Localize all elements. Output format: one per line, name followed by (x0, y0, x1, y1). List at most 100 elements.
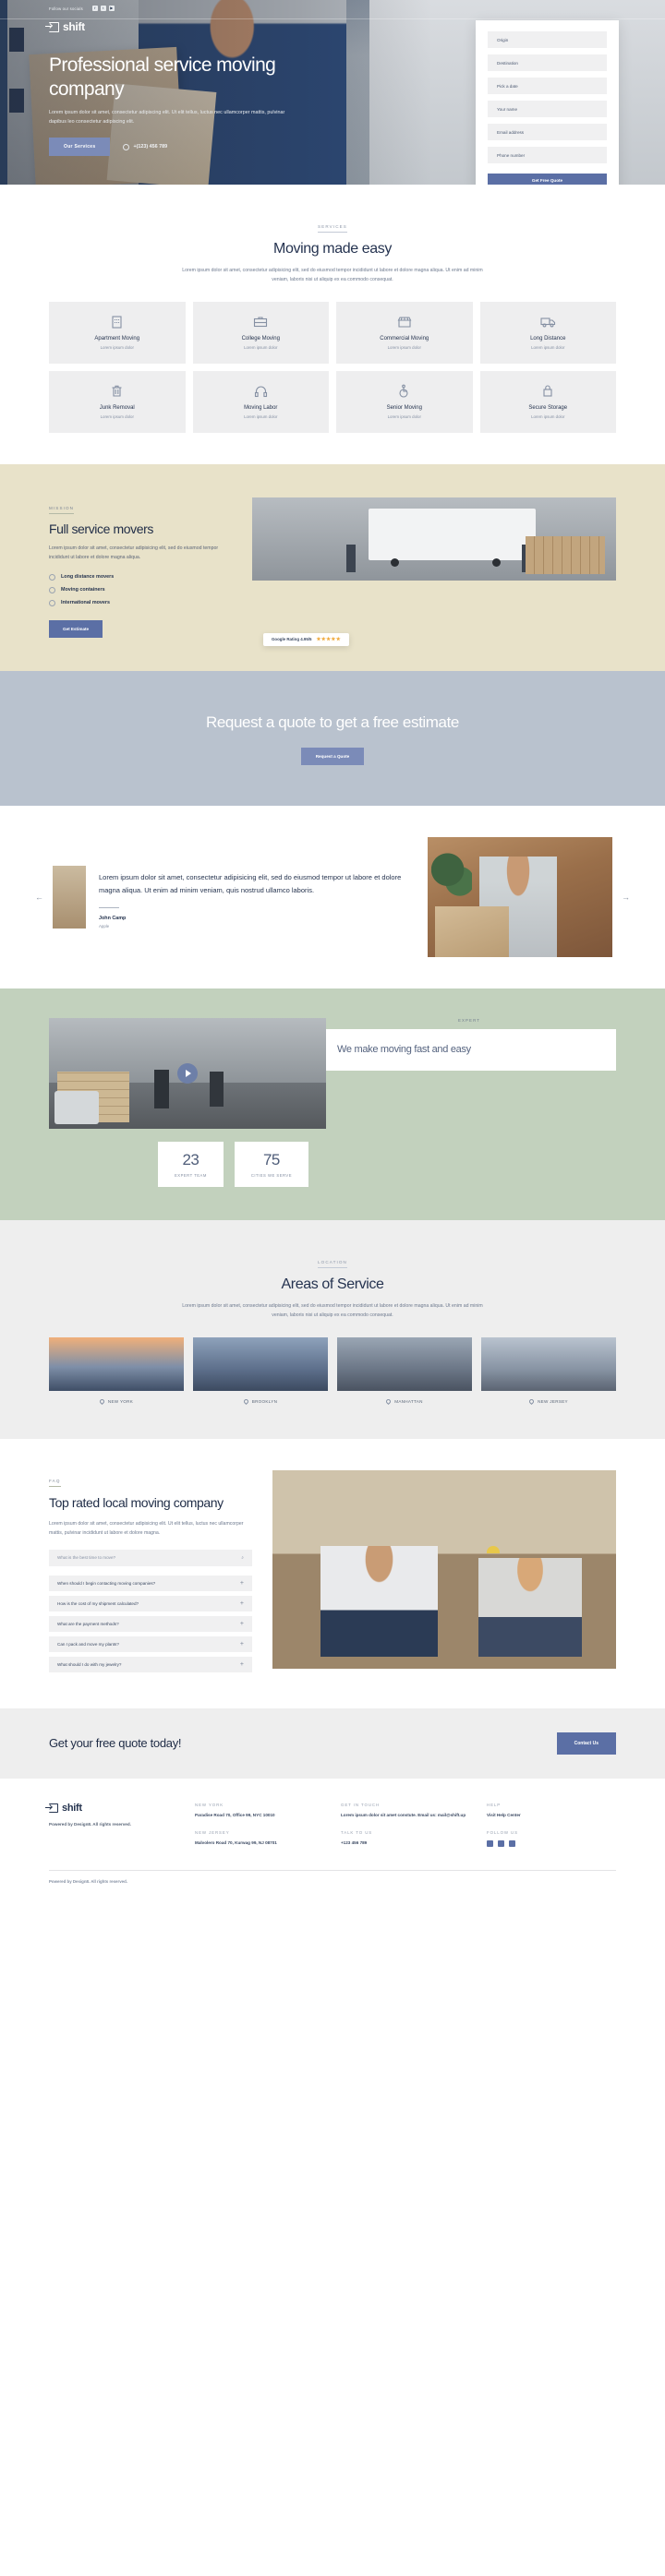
rating-label: Google Rating 4.95/5 (272, 637, 312, 642)
plus-icon: + (239, 1579, 244, 1587)
area-label: NEW JERSEY (538, 1398, 568, 1404)
bags-art (54, 1091, 99, 1125)
carousel-prev-arrow[interactable]: ← (35, 893, 43, 902)
footer-brand-name: shift (62, 1802, 82, 1814)
plus-icon: + (239, 1640, 244, 1647)
area-card[interactable]: NEW JERSEY (481, 1336, 616, 1405)
service-card[interactable]: Long Distance Lorem ipsum dolor (479, 301, 616, 364)
testimonial-author: John Camp (99, 915, 127, 921)
service-title: Moving Labor (244, 404, 278, 411)
service-title: Apartment Moving (94, 335, 140, 341)
faq-question: Can I pack and move my plants? (57, 1641, 119, 1647)
name-input[interactable]: Your name (488, 101, 607, 117)
testimonial-thumb-image (53, 866, 86, 929)
service-sub: Lorem ipsum dolor (244, 413, 278, 419)
cta-strip: Get your free quote today! Contact Us (0, 1707, 665, 1779)
follow-label: Follow our socials (49, 6, 83, 11)
services-section: SERVICES Moving made easy Lorem ipsum do… (0, 185, 665, 464)
mission-list-label: Long distance movers (61, 574, 115, 581)
play-button-icon[interactable] (177, 1063, 198, 1084)
faq-item[interactable]: Can I pack and move my plants? + (49, 1635, 252, 1652)
testimonial-quote: Lorem ipsum dolor sit amet, consectetur … (99, 873, 402, 894)
our-services-button[interactable]: Our Services (49, 138, 111, 157)
store-icon (342, 315, 467, 329)
area-image (481, 1336, 616, 1391)
footer-contact-column: GET IN TOUCH Lorem ipsum dolor sit amet … (341, 1803, 470, 1857)
topbar: Follow our socials f t ▶ (0, 0, 665, 11)
faq-item[interactable]: What should I do with my jewelry? + (49, 1656, 252, 1672)
van-art (369, 509, 537, 561)
stat-card: 23 EXPERT TEAM (158, 1142, 224, 1188)
service-sub: Lorem ipsum dolor (531, 413, 565, 419)
cta-title: Get your free quote today! (49, 1736, 182, 1751)
request-quote-button[interactable]: Request a Quote (300, 748, 365, 766)
mission-eyebrow: MISSION (49, 506, 75, 514)
faq-item[interactable]: What are the payment methods? + (49, 1615, 252, 1632)
divider (99, 906, 119, 908)
contact-us-button[interactable]: Contact Us (556, 1731, 616, 1755)
service-title: Junk Removal (99, 404, 135, 411)
service-card[interactable]: Apartment Moving Lorem ipsum dolor (49, 301, 186, 364)
faq-question: How is the cost of my shipment calculate… (57, 1600, 139, 1606)
stat-value: 23 (182, 1151, 200, 1169)
phone-input[interactable]: Phone number (488, 147, 607, 163)
footer-heading: NEW JERSEY (195, 1829, 230, 1835)
email-input[interactable]: Email address (488, 124, 607, 140)
area-label: BROOKLYN (251, 1398, 278, 1404)
service-sub: Lorem ipsum dolor (387, 344, 421, 350)
area-card[interactable]: NEW YORK (49, 1336, 184, 1405)
expert-stats: 23 EXPERT TEAM 75 CITIES WE SERVE (158, 1142, 616, 1188)
service-card[interactable]: Secure Storage Lorem ipsum dolor (479, 370, 616, 433)
get-estimate-button[interactable]: Get Estimate (49, 619, 103, 638)
service-card[interactable]: Commercial Moving Lorem ipsum dolor (336, 301, 473, 364)
expert-video-thumbnail[interactable] (49, 1018, 326, 1130)
footer-value: Malvolero Road 70, Kurwag 99, NJ 08701 (195, 1839, 277, 1845)
testimonial-section: ← Lorem ipsum dolor sit amet, consectetu… (0, 806, 665, 988)
carousel-next-arrow[interactable]: → (622, 893, 630, 902)
faq-search-input[interactable]: What is the best time to move? ⌕ (49, 1549, 252, 1566)
origin-input[interactable]: Origin (488, 31, 607, 48)
footer-social-links[interactable] (487, 1839, 616, 1847)
truck-icon (486, 315, 611, 329)
phone-icon (123, 143, 130, 150)
footer-logo[interactable]: shift (45, 1802, 178, 1814)
faq-item[interactable]: How is the cost of my shipment calculate… (49, 1595, 252, 1611)
area-image (49, 1336, 184, 1391)
twitter-icon[interactable] (498, 1839, 504, 1847)
service-title: Commercial Moving (380, 335, 429, 341)
expert-title: We make moving fast and easy (337, 1044, 471, 1056)
date-input[interactable]: Pick a date (488, 78, 607, 94)
services-lead: Lorem ipsum dolor sit amet, consectetur … (182, 268, 483, 283)
faq-item[interactable]: When should I begin contacting moving co… (49, 1575, 252, 1591)
trash-icon (54, 384, 180, 399)
footer-value: +123 456 789 (341, 1839, 368, 1845)
services-eyebrow: SERVICES (318, 224, 347, 233)
area-card[interactable]: MANHATTAN (337, 1336, 472, 1405)
service-card[interactable]: Moving Labor Lorem ipsum dolor (192, 370, 329, 433)
footer-value[interactable]: Visit Help Center (487, 1812, 616, 1820)
mission-media: Google Rating 4.95/5 ★★★★★ (252, 497, 616, 646)
location-pin-icon (385, 1397, 393, 1405)
expert-copy: EXPERT We make moving fast and easy (322, 1018, 616, 1071)
hero-phone[interactable]: +(123) 456 789 (123, 143, 167, 150)
areas-eyebrow: LOCATION (318, 1260, 347, 1269)
testimonial-content: Lorem ipsum dolor sit amet, consectetur … (53, 866, 418, 929)
mover-art (210, 1072, 224, 1108)
facebook-icon[interactable] (487, 1839, 493, 1847)
get-free-quote-button[interactable]: Get Free Quote (488, 173, 607, 185)
faq-question: What are the payment methods? (57, 1621, 119, 1626)
stat-label: EXPERT TEAM (175, 1173, 207, 1179)
location-pin-icon (242, 1397, 249, 1405)
mission-list-label: Moving containers (61, 587, 105, 593)
youtube-icon[interactable] (509, 1839, 515, 1847)
service-card[interactable]: College Moving Lorem ipsum dolor (192, 301, 329, 364)
service-card[interactable]: Senior Moving Lorem ipsum dolor (336, 370, 473, 433)
area-card[interactable]: BROOKLYN (193, 1336, 328, 1405)
quote-form-card: Origin Destination Pick a date Your name… (476, 20, 619, 185)
service-title: College Moving (241, 335, 280, 341)
hard-hat-art (486, 1545, 500, 1553)
areas-eyebrow-wrap: LOCATION (49, 1252, 616, 1269)
service-sub: Lorem ipsum dolor (100, 413, 134, 419)
destination-input[interactable]: Destination (488, 54, 607, 71)
service-card[interactable]: Junk Removal Lorem ipsum dolor (49, 370, 186, 433)
